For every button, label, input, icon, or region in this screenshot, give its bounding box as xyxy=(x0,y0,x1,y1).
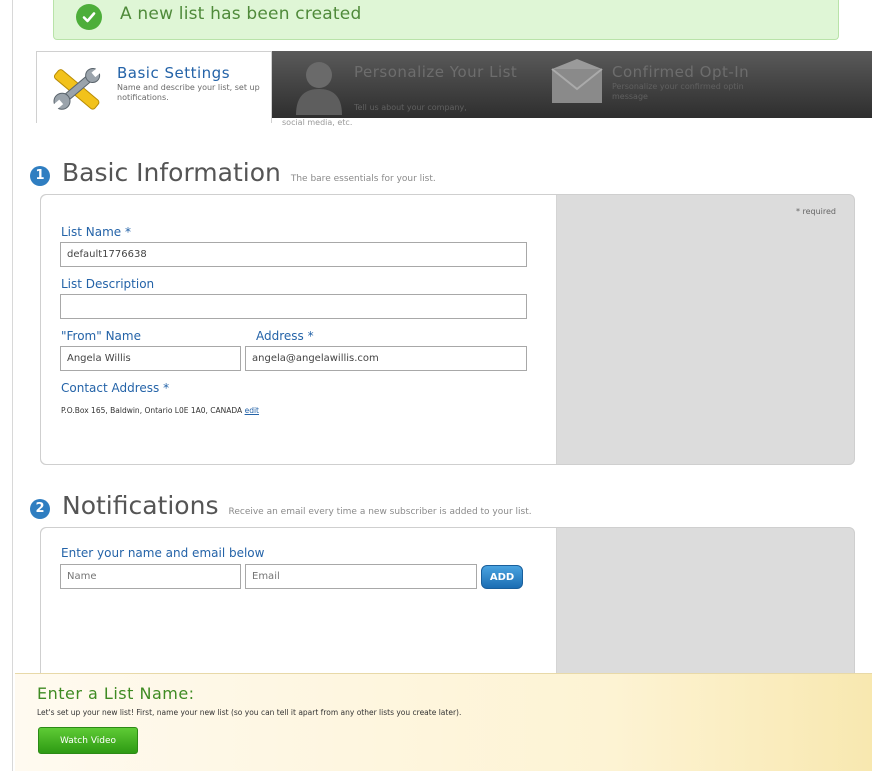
contact-address-label: Contact Address * xyxy=(61,381,170,395)
step-description-overflow: social media, etc. xyxy=(282,118,353,127)
person-silhouette-icon xyxy=(292,57,346,115)
section-title: Basic Information xyxy=(62,158,281,187)
step-title: Confirmed Opt-In xyxy=(612,63,750,81)
list-name-label: List Name * xyxy=(61,225,132,239)
from-name-input[interactable] xyxy=(60,346,241,371)
required-note: * required xyxy=(795,207,836,216)
help-tip-bar: Enter a List Name: Let's set up your new… xyxy=(15,673,872,771)
add-button[interactable]: ADD xyxy=(481,565,523,589)
notifications-panel: Enter your name and email below ADD xyxy=(40,527,855,687)
step-basic-settings[interactable]: Basic Settings Name and describe your li… xyxy=(36,51,272,123)
section-subtitle: Receive an email every time a new subscr… xyxy=(228,507,532,517)
address-input[interactable] xyxy=(245,346,527,371)
notify-name-input[interactable] xyxy=(60,564,241,589)
wizard-step-bar: Basic Settings Name and describe your li… xyxy=(36,51,872,123)
left-border-line xyxy=(12,0,13,771)
section-number-badge: 2 xyxy=(30,498,50,519)
success-banner: A new list has been created xyxy=(53,0,839,40)
step-description: Tell us about your company, xyxy=(354,103,467,112)
tip-body: Let's set up your new list! First, name … xyxy=(37,708,462,717)
basic-info-heading: 1 Basic Information The bare essentials … xyxy=(30,158,436,188)
watch-video-button[interactable]: Watch Video xyxy=(38,727,138,754)
section-subtitle: The bare essentials for your list. xyxy=(290,174,436,184)
step-title: Basic Settings xyxy=(117,64,231,82)
tip-title: Enter a List Name: xyxy=(37,684,195,703)
check-icon xyxy=(76,4,102,30)
basic-info-panel: * required List Name * List Description … xyxy=(40,194,855,465)
envelope-icon xyxy=(550,59,604,105)
from-name-label: "From" Name xyxy=(61,329,141,343)
address-label: Address * xyxy=(256,329,314,343)
edit-address-link[interactable]: edit xyxy=(245,406,259,415)
step-title: Personalize Your List xyxy=(354,63,518,81)
notifications-heading: 2 Notifications Receive an email every t… xyxy=(30,491,532,521)
list-name-input[interactable] xyxy=(60,242,527,267)
wrench-icon xyxy=(45,58,109,118)
contact-address-value: P.O.Box 165, Baldwin, Ontario L0E 1A0, C… xyxy=(61,406,243,415)
section-title: Notifications xyxy=(62,491,219,520)
section-number-badge: 1 xyxy=(30,165,50,186)
step-personalize[interactable]: Personalize Your List Tell us about your… xyxy=(276,51,536,118)
list-description-input[interactable] xyxy=(60,294,527,319)
contact-address-text: P.O.Box 165, Baldwin, Ontario L0E 1A0, C… xyxy=(61,406,259,415)
list-description-label: List Description xyxy=(61,277,155,291)
notifications-prompt: Enter your name and email below xyxy=(61,546,265,560)
success-message: A new list has been created xyxy=(120,4,362,24)
notify-email-input[interactable] xyxy=(245,564,477,589)
step-description: Personalize your confirmed optin message xyxy=(612,82,744,101)
step-confirmed-optin[interactable]: Confirmed Opt-In Personalize your confir… xyxy=(544,51,864,118)
step-description: Name and describe your list, set up noti… xyxy=(117,83,260,102)
